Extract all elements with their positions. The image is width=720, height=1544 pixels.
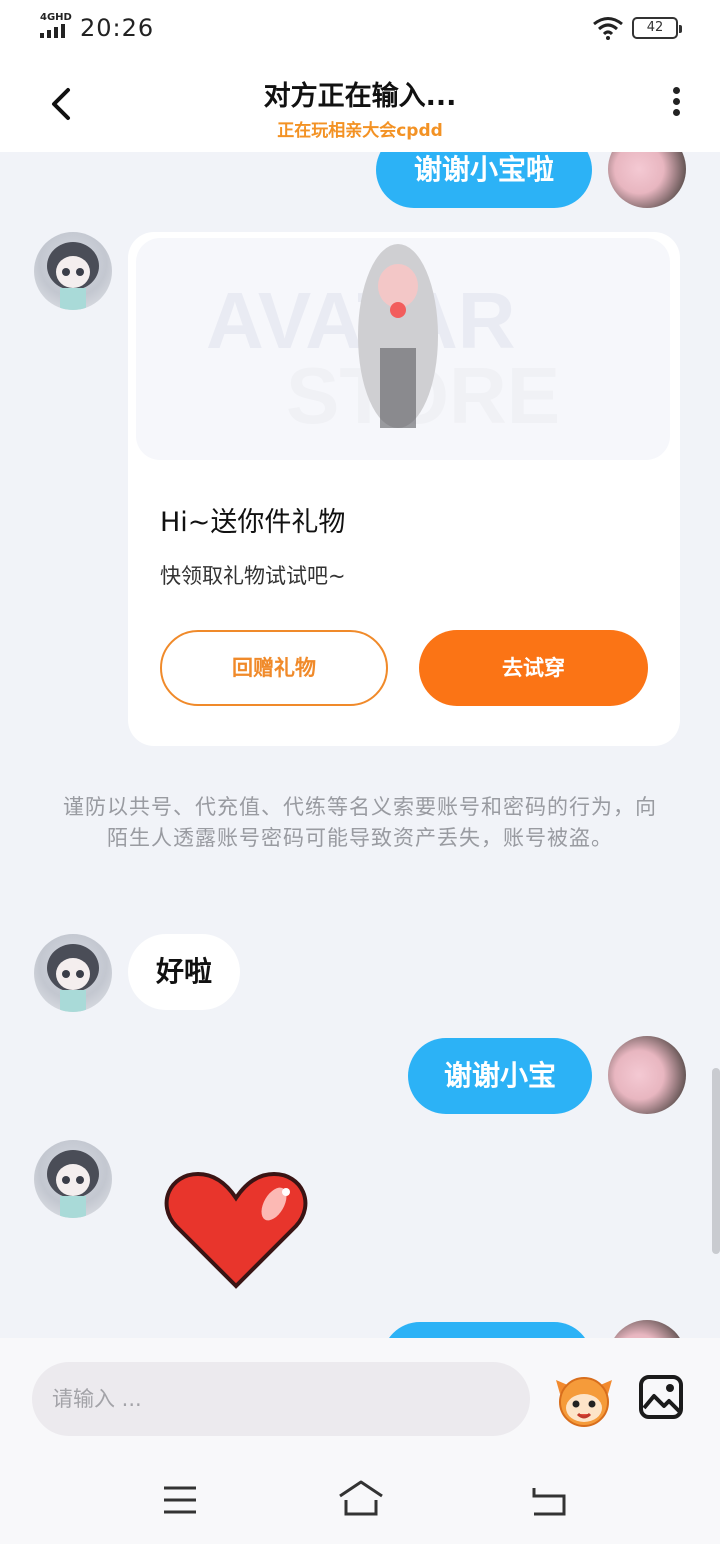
battery-level: 42	[646, 20, 664, 35]
avatar-self[interactable]	[608, 1036, 686, 1114]
message-bubble-self[interactable]: 谢谢小宝	[408, 1038, 592, 1114]
battery-icon: 42	[632, 17, 682, 39]
message-input[interactable]: 请输入 ...	[32, 1362, 530, 1436]
gift-preview-image: AVATAR STORE	[136, 238, 670, 460]
page-title: 对方正在输入...	[263, 81, 457, 112]
avatar-other[interactable]	[34, 934, 112, 1012]
message-bubble-self[interactable]: 谢谢小宝啦	[376, 152, 592, 208]
security-notice: 谨防以共号、代充值、代练等名义索要账号和密码的行为，向陌生人透露账号密码可能导致…	[63, 795, 657, 850]
avatar-other[interactable]	[34, 232, 112, 310]
page-subtitle: 正在玩相亲大会cpdd	[277, 121, 443, 141]
gift-description: 快领取礼物试试吧~	[160, 564, 346, 588]
mascot-emoji-icon[interactable]	[552, 1368, 616, 1432]
status-bar: 4GHD 20:26 42	[0, 0, 720, 56]
gift-title: Hi~送你件礼物	[160, 507, 346, 538]
red-heart-icon[interactable]	[162, 1168, 310, 1290]
return-gift-button[interactable]: 回赠礼物	[160, 630, 388, 706]
message-bubble-other[interactable]: 好啦	[128, 934, 241, 1010]
home-icon[interactable]	[336, 1478, 386, 1518]
return-icon[interactable]	[528, 1484, 570, 1518]
scrollbar[interactable]	[712, 1068, 720, 1254]
image-icon[interactable]	[638, 1374, 684, 1420]
gift-card[interactable]: AVATAR STORE Hi~送你件礼物 快领取礼物试试吧~ 回赠礼物 去试穿	[128, 232, 680, 746]
system-nav-bar	[0, 1448, 720, 1544]
wifi-icon	[593, 17, 623, 40]
network-label: 4GHD	[40, 12, 72, 23]
message-bubble-self[interactable]	[382, 1322, 592, 1338]
menu-lines-icon[interactable]	[160, 1484, 200, 1516]
status-time: 20:26	[80, 14, 155, 42]
chat-header: 对方正在输入... 正在玩相亲大会cpdd	[0, 56, 720, 152]
avatar-other[interactable]	[34, 1140, 112, 1218]
chat-area[interactable]: 谢谢小宝啦 AVATAR STORE Hi~送你件礼物 快领取礼物试试吧~ 回赠…	[0, 152, 720, 1338]
avatar-self[interactable]	[608, 152, 686, 208]
try-on-button[interactable]: 去试穿	[419, 630, 648, 706]
more-vertical-icon[interactable]	[664, 84, 688, 124]
input-bar: 请输入 ...	[0, 1338, 720, 1448]
signal-icon	[40, 24, 65, 38]
avatar-self[interactable]	[608, 1320, 686, 1338]
